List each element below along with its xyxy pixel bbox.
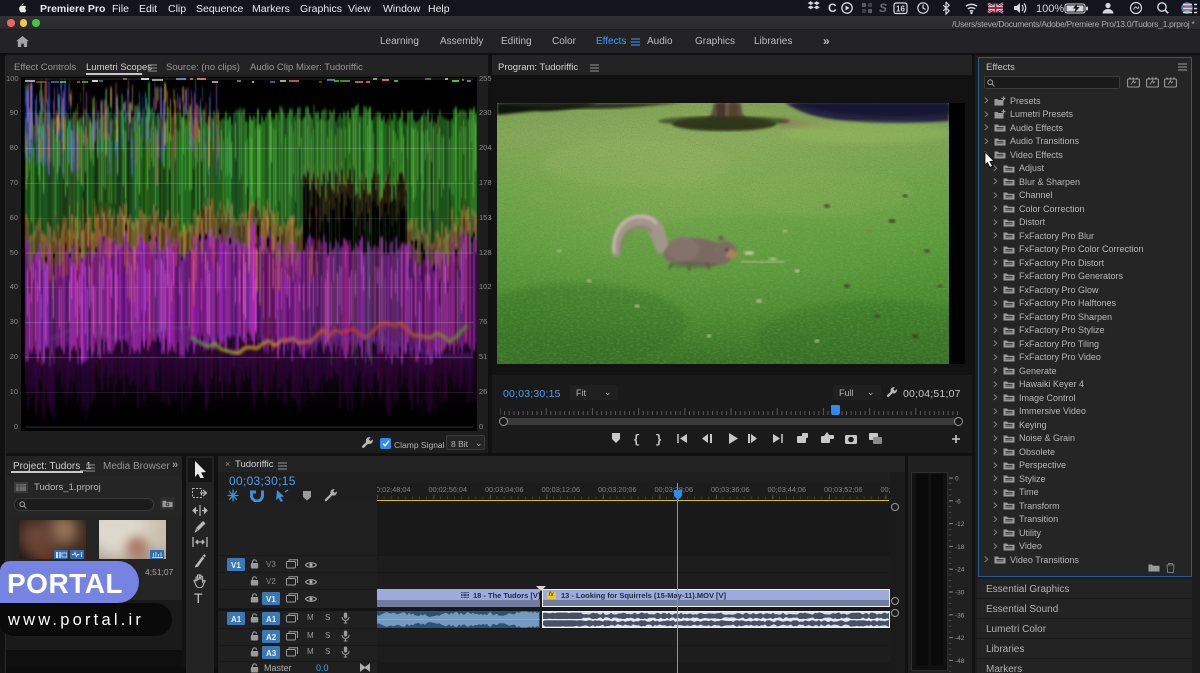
svg-text:-24: -24 [955,567,965,574]
svg-text:00;03;36;06: 00;03;36;06 [711,485,750,494]
svg-text:00;04;0: 00;04;0 [881,485,891,494]
svg-text:}: } [655,433,662,447]
svg-text:-30: -30 [955,590,965,597]
svg-text:00;02;48;04: 00;02;48;04 [377,485,411,494]
svg-text:C: C [828,1,837,15]
svg-text:{: { [633,433,640,447]
svg-text:00;03;20;06: 00;03;20;06 [598,485,637,494]
svg-text:-18: -18 [955,544,965,551]
svg-text:S: S [879,1,887,15]
svg-text:00;03;52;06: 00;03;52;06 [824,485,863,494]
svg-text:0: 0 [955,476,959,483]
svg-text:-36: -36 [955,612,965,619]
svg-text:-42: -42 [955,635,965,642]
svg-text:-12: -12 [955,521,965,528]
svg-text:-48: -48 [955,658,965,665]
svg-text:00;03;04;06: 00;03;04;06 [485,485,524,494]
svg-text:16: 16 [896,5,905,14]
svg-text:00;02;56;04: 00;02;56;04 [429,485,468,494]
svg-text:-6: -6 [955,498,961,505]
svg-text:00;03;12;06: 00;03;12;06 [542,485,581,494]
svg-text:00;03;44;06: 00;03;44;06 [768,485,807,494]
svg-text:100%: 100% [1036,3,1064,15]
